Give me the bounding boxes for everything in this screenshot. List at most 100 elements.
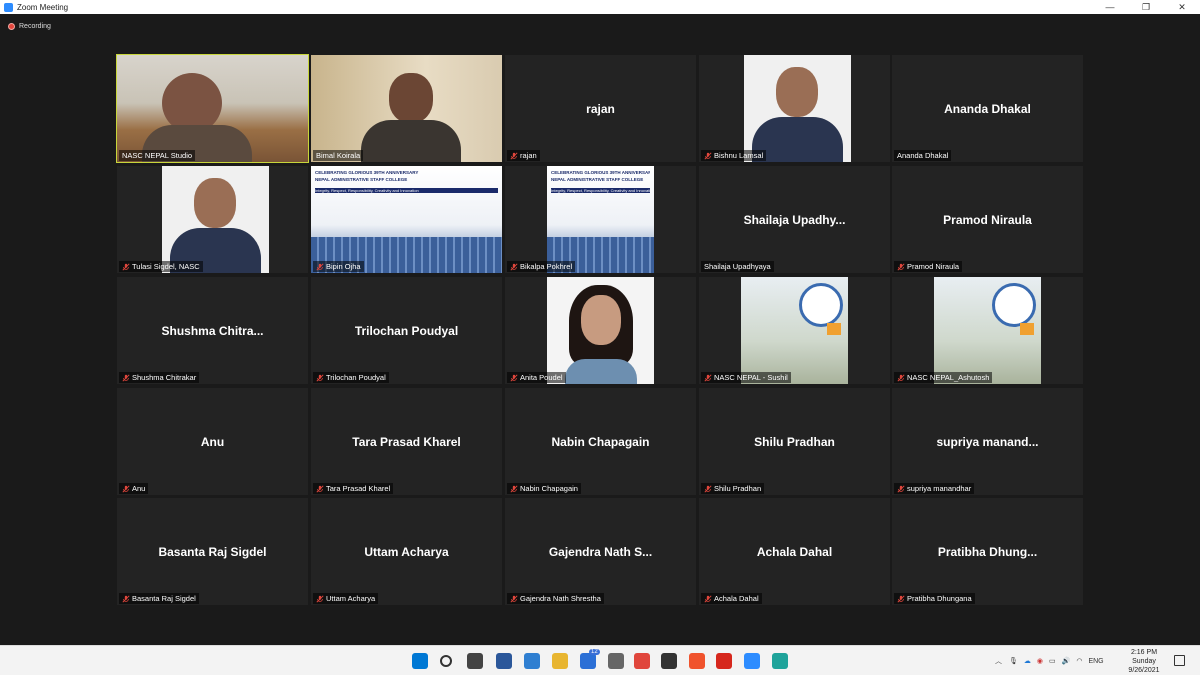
logo-background bbox=[934, 277, 1041, 384]
banner-line-2: NEPAL ADMINISTRATIVE STAFF COLLEGE bbox=[551, 177, 644, 182]
participant-tile[interactable]: Ananda Dhakal Ananda Dhakal bbox=[892, 55, 1083, 162]
participant-tile[interactable]: Shushma Chitra... Shushma Chitrakar bbox=[117, 277, 308, 384]
brave-icon[interactable] bbox=[689, 653, 705, 669]
language-indicator[interactable]: ENG bbox=[1088, 658, 1103, 665]
battery-icon[interactable]: ▭ bbox=[1049, 657, 1056, 665]
participant-name-label: Uttam Acharya bbox=[313, 593, 379, 604]
participant-tile[interactable]: supriya manand... supriya manandhar bbox=[892, 388, 1083, 495]
edge-icon[interactable] bbox=[524, 653, 540, 669]
participant-tile[interactable]: Pratibha Dhung... Pratibha Dhungana bbox=[892, 498, 1083, 605]
settings-icon[interactable] bbox=[608, 653, 624, 669]
participant-name-label: Tara Prasad Kharel bbox=[313, 483, 394, 494]
participant-name: Uttam Acharya bbox=[326, 594, 376, 603]
participant-display-name: Pramod Niraula bbox=[943, 212, 1032, 227]
gallery-view: Recording NASC NEPAL Studio Bimal Koirala… bbox=[0, 14, 1200, 645]
participant-name-label: Basanta Raj Sigdel bbox=[119, 593, 199, 604]
acrobat-icon[interactable] bbox=[716, 653, 732, 669]
participant-tile[interactable]: Shailaja Upadhy... Shailaja Upadhyaya bbox=[699, 166, 890, 273]
file-explorer-icon[interactable] bbox=[552, 653, 568, 669]
windows-start-icon[interactable] bbox=[412, 653, 428, 669]
participant-name: supriya manandhar bbox=[907, 484, 972, 493]
participant-tile[interactable]: Anu Anu bbox=[117, 388, 308, 495]
participant-name: Shilu Pradhan bbox=[714, 484, 762, 493]
participant-tile[interactable]: Basanta Raj Sigdel Basanta Raj Sigdel bbox=[117, 498, 308, 605]
participant-tile[interactable]: CELEBRATING GLORIOUS 39TH ANNIVERSARY NEP… bbox=[311, 166, 502, 273]
participant-name: Shushma Chitrakar bbox=[132, 373, 197, 382]
app3-icon[interactable] bbox=[772, 653, 788, 669]
notification-icon[interactable] bbox=[1174, 655, 1185, 666]
app2-icon[interactable] bbox=[661, 653, 677, 669]
search-icon[interactable] bbox=[440, 655, 452, 667]
task-view-icon[interactable] bbox=[467, 653, 483, 669]
microphone-icon[interactable]: 🎙 bbox=[1009, 657, 1018, 665]
window-controls: — ❐ ✕ bbox=[1092, 0, 1200, 14]
recording-label: Recording bbox=[19, 23, 51, 30]
chevron-up-icon[interactable]: ︿ bbox=[995, 656, 1002, 666]
participant-tile[interactable]: Tara Prasad Kharel Tara Prasad Kharel bbox=[311, 388, 502, 495]
participant-name: Pratibha Dhungana bbox=[907, 594, 972, 603]
participant-tile[interactable]: NASC NEPAL - Sushil bbox=[699, 277, 890, 384]
participant-tile[interactable]: CELEBRATING GLORIOUS 39TH ANNIVERSARY NEP… bbox=[505, 166, 696, 273]
security-icon[interactable]: ◉ bbox=[1037, 657, 1043, 665]
participant-name-label: Shailaja Upadhyaya bbox=[701, 261, 774, 272]
participant-tile[interactable]: Trilochan Poudyal Trilochan Poudyal bbox=[311, 277, 502, 384]
mail-icon[interactable] bbox=[580, 653, 596, 669]
participant-name: NASC NEPAL_Ashutosh bbox=[907, 373, 990, 382]
participant-display-name: Uttam Acharya bbox=[364, 544, 449, 559]
recording-dot-icon bbox=[8, 23, 15, 30]
widgets-icon[interactable] bbox=[496, 653, 512, 669]
muted-microphone-icon bbox=[122, 484, 132, 493]
banner-line-1: CELEBRATING GLORIOUS 39TH ANNIVERSARY bbox=[551, 170, 650, 175]
muted-microphone-icon bbox=[510, 151, 520, 160]
participant-name: NASC NEPAL - Sushil bbox=[714, 373, 788, 382]
participant-tile[interactable]: Uttam Acharya Uttam Acharya bbox=[311, 498, 502, 605]
zoom-icon[interactable] bbox=[744, 653, 760, 669]
muted-microphone-icon bbox=[897, 594, 907, 603]
participant-name-label: NASC NEPAL - Sushil bbox=[701, 372, 791, 383]
participant-tile[interactable]: Bimal Koirala bbox=[311, 55, 502, 162]
participant-name: Nabin Chapagain bbox=[520, 484, 578, 493]
system-tray: ︿ 🎙 ☁ ◉ ▭ 🔊 ◠ ENG bbox=[995, 646, 1104, 675]
participant-tile[interactable]: Pramod Niraula Pramod Niraula bbox=[892, 166, 1083, 273]
minimize-button[interactable]: — bbox=[1092, 0, 1128, 14]
nasc-logo-icon bbox=[799, 283, 843, 327]
participant-name-label: NASC NEPAL_Ashutosh bbox=[894, 372, 993, 383]
participant-display-name: Achala Dahal bbox=[756, 544, 833, 559]
wifi-icon[interactable]: ◠ bbox=[1076, 657, 1082, 665]
muted-microphone-icon bbox=[122, 373, 132, 382]
participant-tile[interactable]: Achala Dahal Achala Dahal bbox=[699, 498, 890, 605]
participant-display-name: Tara Prasad Kharel bbox=[352, 434, 461, 449]
participant-name-label: Pramod Niraula bbox=[894, 261, 963, 272]
windows-taskbar: 12 ︿ 🎙 ☁ ◉ ▭ 🔊 ◠ ENG 2:16 PM Sunday 9/26… bbox=[0, 645, 1200, 675]
participant-name-label: Bikalpa Pokhrel bbox=[507, 261, 576, 272]
window-titlebar: Zoom Meeting — ❐ ✕ bbox=[0, 0, 1200, 14]
onedrive-icon[interactable]: ☁ bbox=[1024, 657, 1031, 665]
participant-name-label: Gajendra Nath Shrestha bbox=[507, 593, 604, 604]
muted-microphone-icon bbox=[316, 262, 326, 271]
participant-tile[interactable]: Shilu Pradhan Shilu Pradhan bbox=[699, 388, 890, 495]
mail-badge: 12 bbox=[589, 649, 600, 655]
close-button[interactable]: ✕ bbox=[1164, 0, 1200, 14]
app-icon[interactable] bbox=[634, 653, 650, 669]
participant-tile[interactable]: NASC NEPAL_Ashutosh bbox=[892, 277, 1083, 384]
participant-tile[interactable]: Tulasi Sigdel, NASC bbox=[117, 166, 308, 273]
participant-display-name: Shilu Pradhan bbox=[754, 434, 835, 449]
recording-indicator[interactable]: Recording bbox=[8, 23, 51, 30]
participant-name-label: rajan bbox=[507, 150, 540, 161]
clock[interactable]: 2:16 PM Sunday 9/26/2021 bbox=[1122, 648, 1166, 675]
restore-button[interactable]: ❐ bbox=[1128, 0, 1164, 14]
volume-icon[interactable]: 🔊 bbox=[1062, 657, 1071, 665]
participant-name-label: Tulasi Sigdel, NASC bbox=[119, 261, 203, 272]
muted-microphone-icon bbox=[897, 373, 907, 382]
participant-tile[interactable]: Anita Poudel bbox=[505, 277, 696, 384]
participant-display-name: Shailaja Upadhy... bbox=[743, 212, 846, 227]
participant-tile[interactable]: Bishnu Lamsal bbox=[699, 55, 890, 162]
participant-display-name: supriya manand... bbox=[936, 434, 1039, 449]
participant-tile[interactable]: NASC NEPAL Studio bbox=[116, 54, 309, 163]
participant-name-label: Shilu Pradhan bbox=[701, 483, 765, 494]
participant-figure bbox=[389, 73, 433, 123]
participant-tile[interactable]: Gajendra Nath S... Gajendra Nath Shrestha bbox=[505, 498, 696, 605]
nasc-logo-icon bbox=[992, 283, 1036, 327]
participant-tile[interactable]: Nabin Chapagain Nabin Chapagain bbox=[505, 388, 696, 495]
participant-tile[interactable]: rajan rajan bbox=[505, 55, 696, 162]
